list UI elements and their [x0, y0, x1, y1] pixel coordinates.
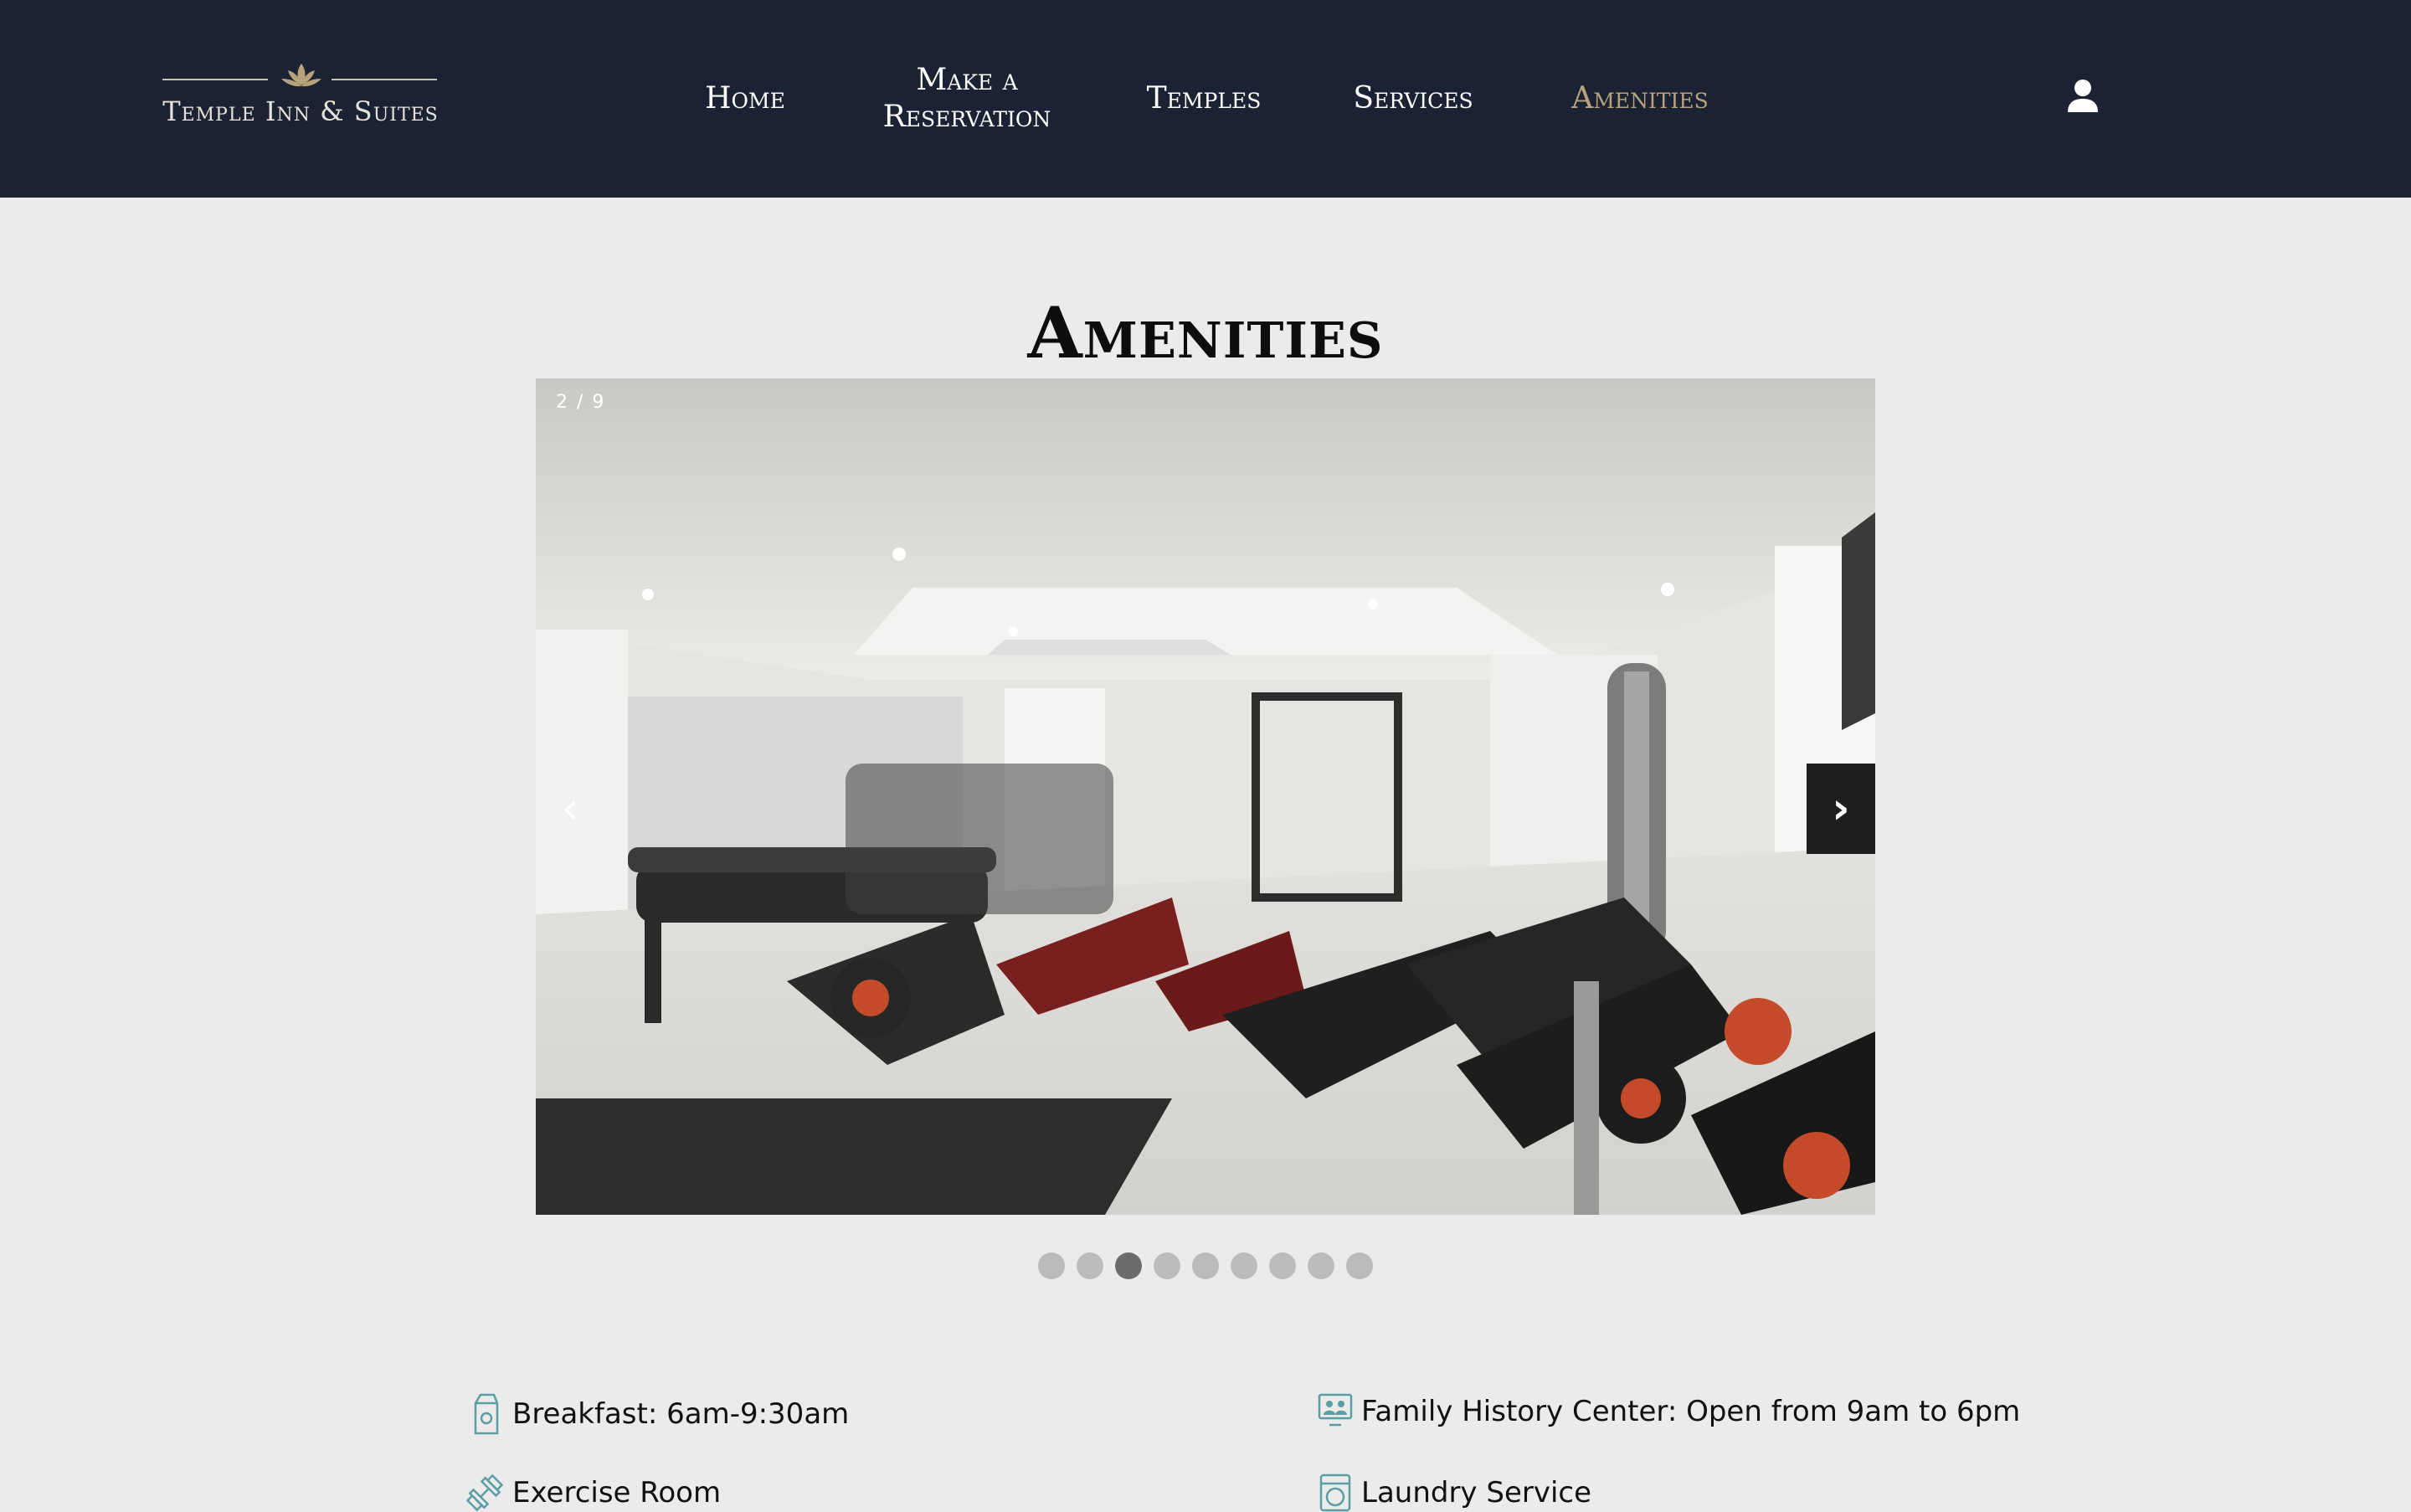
washing-machine-icon — [1319, 1473, 1351, 1512]
amenity-exercise-room: Exercise Room — [465, 1473, 721, 1512]
nav-services[interactable]: Services — [1331, 0, 1495, 198]
carousel-dot-active[interactable] — [1115, 1252, 1142, 1279]
carousel-dot[interactable] — [1077, 1252, 1103, 1279]
amenity-label: Exercise Room — [512, 1476, 722, 1509]
logo-rule-right — [332, 79, 437, 80]
amenity-laundry-service: Laundry Service — [1318, 1473, 1591, 1512]
page-title: Amenities — [1027, 291, 1384, 375]
milk-carton-icon — [474, 1393, 499, 1435]
logo-rule-left — [162, 79, 268, 80]
lotus-icon — [281, 64, 321, 87]
nav-make-a-reservation[interactable]: Make a Reservation — [854, 0, 1080, 198]
amenity-label: Laundry Service — [1361, 1476, 1592, 1509]
carousel-dot[interactable] — [1192, 1252, 1219, 1279]
user-account-icon[interactable] — [2064, 77, 2101, 114]
carousel-dots — [1038, 1252, 1373, 1279]
amenity-label: Breakfast: 6am-9:30am — [512, 1397, 850, 1431]
dumbbell-icon — [465, 1473, 504, 1512]
amenity-breakfast: Breakfast: 6am-9:30am — [469, 1393, 849, 1435]
gym-photo — [536, 378, 1875, 1215]
carousel-dot[interactable] — [1154, 1252, 1180, 1279]
amenity-label: Family History Center: Open from 9am to … — [1361, 1395, 2021, 1428]
carousel-dot[interactable] — [1308, 1252, 1334, 1279]
carousel-dot[interactable] — [1038, 1252, 1065, 1279]
carousel-dot[interactable] — [1231, 1252, 1257, 1279]
nav-amenities[interactable]: Amenities — [1545, 0, 1735, 198]
brand-logo[interactable]: Temple Inn & Suites — [149, 60, 452, 136]
amenities-carousel[interactable]: 2 / 9 ‹ › — [536, 378, 1875, 1215]
next-slide-button[interactable]: › — [1807, 764, 1875, 854]
computer-users-icon — [1318, 1393, 1353, 1427]
nav-temples[interactable]: Temples — [1122, 0, 1286, 198]
slide-counter: 2 / 9 — [556, 392, 606, 413]
carousel-dot[interactable] — [1269, 1252, 1296, 1279]
brand-name: Temple Inn & Suites — [162, 95, 439, 127]
previous-slide-button[interactable]: ‹ — [536, 764, 604, 854]
carousel-dot[interactable] — [1346, 1252, 1373, 1279]
nav-home[interactable]: Home — [686, 0, 804, 198]
site-header: Temple Inn & Suites Home Make a Reservat… — [0, 0, 2411, 198]
amenity-family-history-center: Family History Center: Open from 9am to … — [1318, 1393, 2020, 1430]
